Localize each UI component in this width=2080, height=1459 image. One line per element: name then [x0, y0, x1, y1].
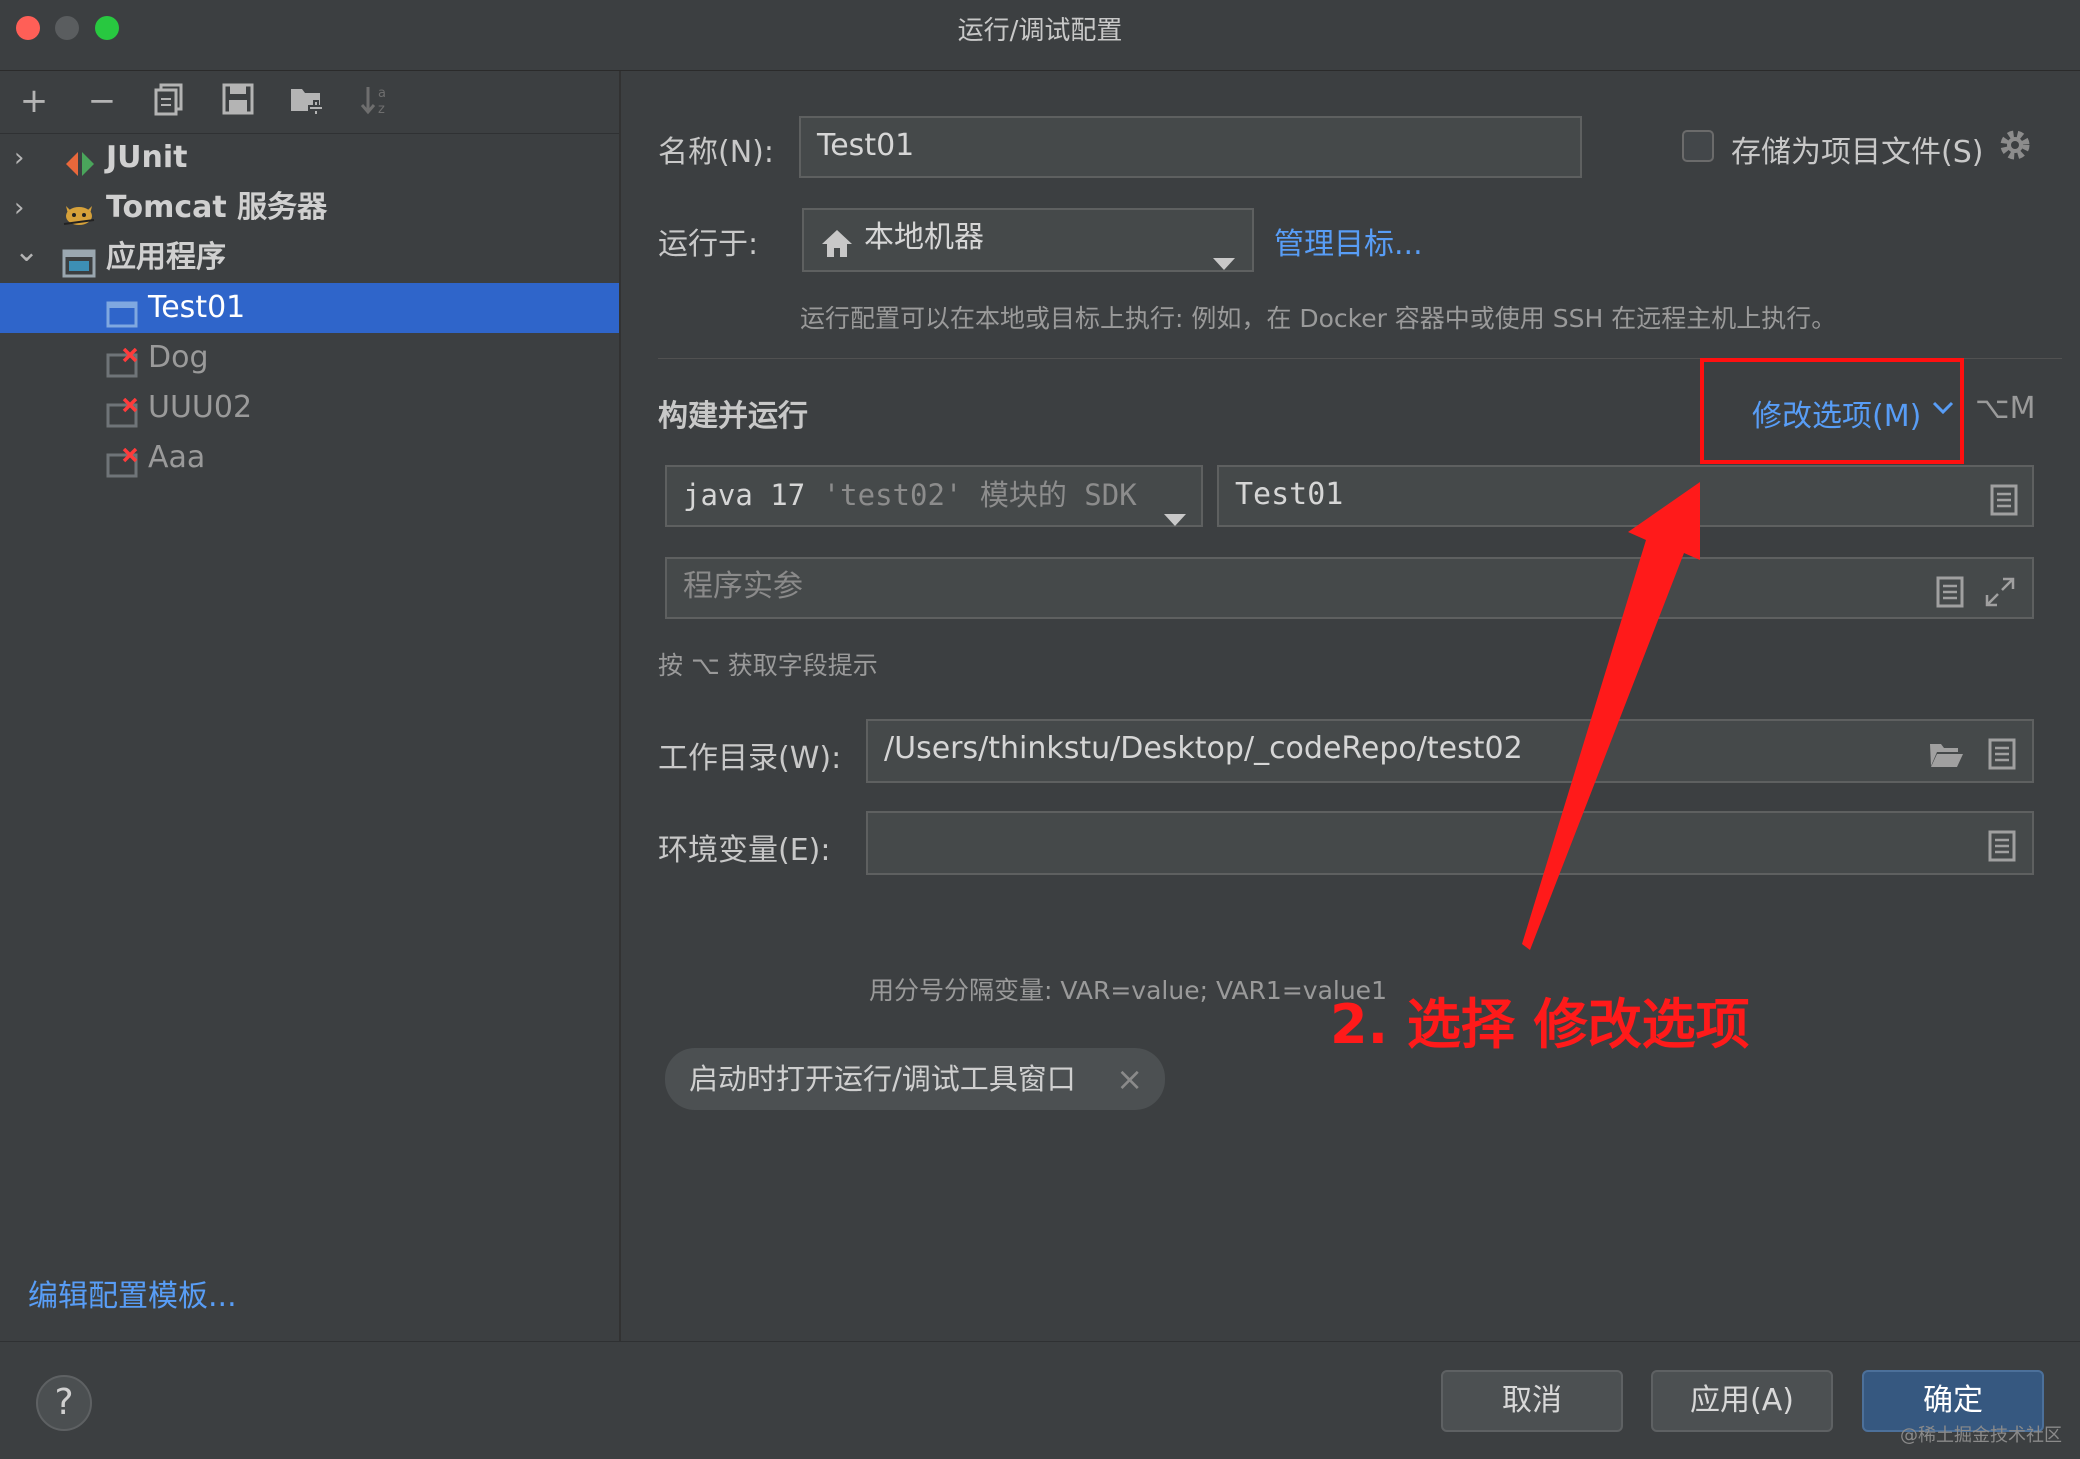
- annotation-arrow: [1522, 482, 1700, 950]
- annotation-text: 2. 选择 修改选项: [1330, 993, 1750, 1056]
- run-debug-configurations-dialog: 运行/调试配置 + − az › JUnit › Tomcat 服务器 ⌄ 应用…: [0, 0, 2080, 1459]
